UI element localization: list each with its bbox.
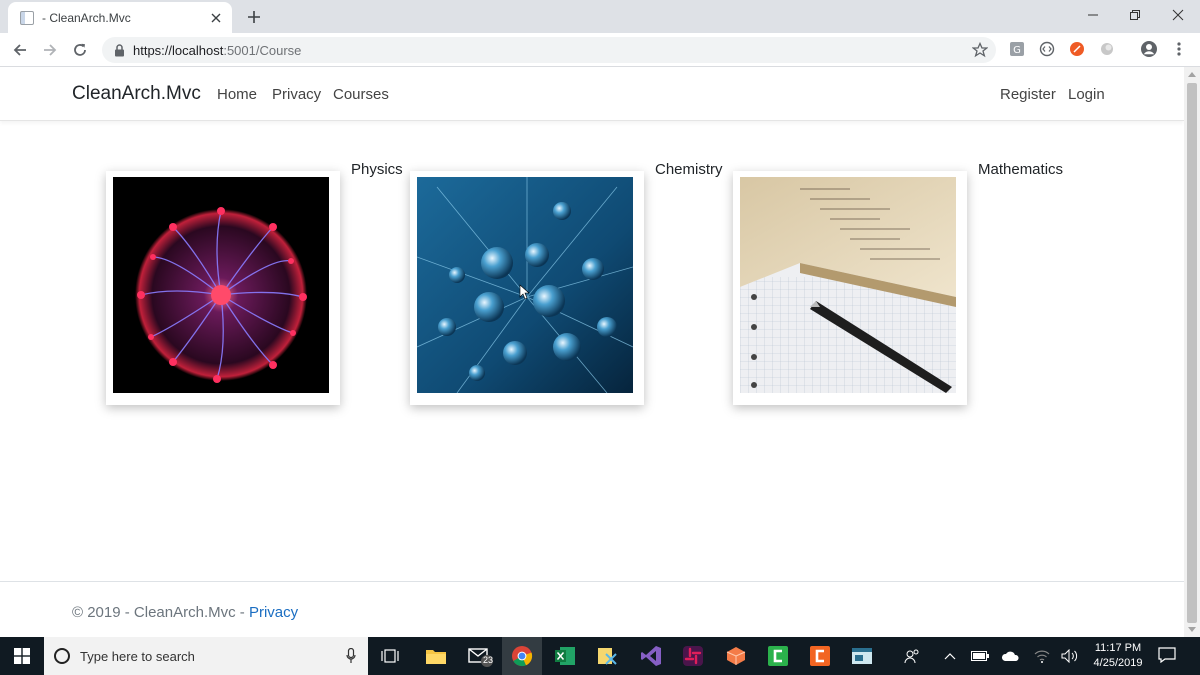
scroll-down-arrow-icon[interactable] (1188, 627, 1196, 632)
restore-window-icon[interactable] (1113, 0, 1157, 30)
image-editor-icon[interactable] (593, 642, 621, 670)
lock-icon (114, 43, 125, 57)
profile-avatar-icon[interactable] (1140, 40, 1158, 58)
visual-studio-icon[interactable] (637, 642, 665, 670)
browser-tab[interactable]: - CleanArch.Mvc (8, 2, 232, 33)
extension-gray-circle-icon[interactable] (1098, 40, 1116, 58)
course-card-physics[interactable] (106, 171, 340, 405)
tray-chevron-up-icon[interactable] (941, 647, 959, 665)
people-icon[interactable] (903, 647, 921, 665)
microphone-icon[interactable] (346, 648, 356, 664)
volume-icon[interactable] (1061, 647, 1079, 665)
window-app-icon[interactable] (848, 642, 876, 670)
excel-icon[interactable] (551, 642, 579, 670)
course-name-mathematics[interactable]: Mathematics (978, 161, 1063, 178)
tab-title: - CleanArch.Mvc (42, 10, 131, 25)
footer-copyright: © 2019 - CleanArch.Mvc - Privacy (72, 604, 298, 621)
close-tab-icon[interactable] (208, 10, 224, 26)
cortana-circle-icon (54, 648, 70, 664)
scroll-up-arrow-icon[interactable] (1188, 72, 1196, 77)
mail-badge-count: 23 (483, 655, 494, 665)
scrollbar-thumb[interactable] (1187, 83, 1197, 623)
bookmark-star-icon[interactable] (972, 42, 988, 58)
camtasia-green-icon[interactable] (764, 642, 792, 670)
course-card-mathematics[interactable] (733, 171, 967, 405)
nav-register-link[interactable]: Register (1000, 86, 1056, 103)
onedrive-cloud-icon[interactable] (1001, 647, 1019, 665)
camtasia-orange-icon[interactable] (806, 642, 834, 670)
nav-login-link[interactable]: Login (1068, 86, 1105, 103)
nav-home-link[interactable]: Home (217, 86, 257, 103)
new-tab-plus-icon[interactable] (244, 7, 264, 27)
windows-start-icon[interactable] (0, 637, 44, 675)
forward-arrow-icon[interactable] (39, 39, 61, 61)
footer-copyright-text: © 2019 - CleanArch.Mvc - (72, 604, 249, 621)
minimize-window-icon[interactable] (1071, 0, 1115, 30)
close-window-icon[interactable] (1156, 0, 1200, 30)
back-arrow-icon[interactable] (9, 39, 31, 61)
browser-menu-dots-icon[interactable] (1170, 40, 1188, 58)
url-path: :5001/Course (223, 42, 302, 58)
extension-code-icon[interactable] (1038, 40, 1056, 58)
windows-taskbar: Type here to search 23 11:17 PM 4/25/201… (0, 637, 1200, 675)
battery-icon[interactable] (971, 647, 989, 665)
nav-privacy-link[interactable]: Privacy (272, 86, 321, 103)
course-name-physics[interactable]: Physics (351, 161, 403, 178)
course-card-chemistry[interactable] (410, 171, 644, 405)
wifi-icon[interactable] (1033, 647, 1051, 665)
url-text: https://localhost:5001/Course (133, 43, 972, 58)
mail-icon[interactable]: 23 (466, 642, 494, 670)
page-viewport: CleanArch.Mvc Home Privacy Courses Regis… (0, 67, 1184, 637)
page-favicon-icon (20, 10, 34, 25)
action-center-icon[interactable] (1158, 647, 1176, 668)
reload-icon[interactable] (69, 39, 91, 61)
cube-app-icon[interactable] (722, 642, 750, 670)
browser-tab-strip: - CleanArch.Mvc (0, 0, 1200, 33)
nav-courses-link[interactable]: Courses (333, 86, 389, 103)
taskbar-clock[interactable]: 11:17 PM 4/25/2019 (1087, 641, 1149, 671)
plasma-ball-image (113, 177, 329, 393)
course-name-chemistry[interactable]: Chemistry (655, 161, 723, 178)
site-brand-link[interactable]: CleanArch.Mvc (72, 83, 201, 105)
site-navbar: CleanArch.Mvc Home Privacy Courses Regis… (0, 67, 1184, 121)
url-origin: https://localhost (133, 42, 224, 58)
footer-privacy-link[interactable]: Privacy (249, 604, 298, 621)
water-drops-image (417, 177, 633, 393)
address-bar[interactable]: https://localhost:5001/Course (102, 37, 996, 63)
notebook-pen-image (740, 177, 956, 393)
extension-orange-icon[interactable] (1068, 40, 1086, 58)
slack-icon[interactable] (679, 642, 707, 670)
page-scrollbar[interactable] (1184, 67, 1200, 637)
taskbar-search-placeholder: Type here to search (80, 648, 195, 664)
clock-date: 4/25/2019 (1093, 657, 1143, 669)
file-explorer-icon[interactable] (422, 642, 450, 670)
taskbar-search-box[interactable]: Type here to search (44, 637, 368, 675)
extension-g-icon[interactable]: G (1008, 40, 1026, 58)
site-footer: © 2019 - CleanArch.Mvc - Privacy (0, 581, 1184, 637)
clock-time: 11:17 PM (1094, 642, 1142, 654)
svg-text:G: G (1013, 45, 1021, 56)
chrome-icon[interactable] (502, 637, 542, 675)
task-view-icon[interactable] (376, 642, 404, 670)
